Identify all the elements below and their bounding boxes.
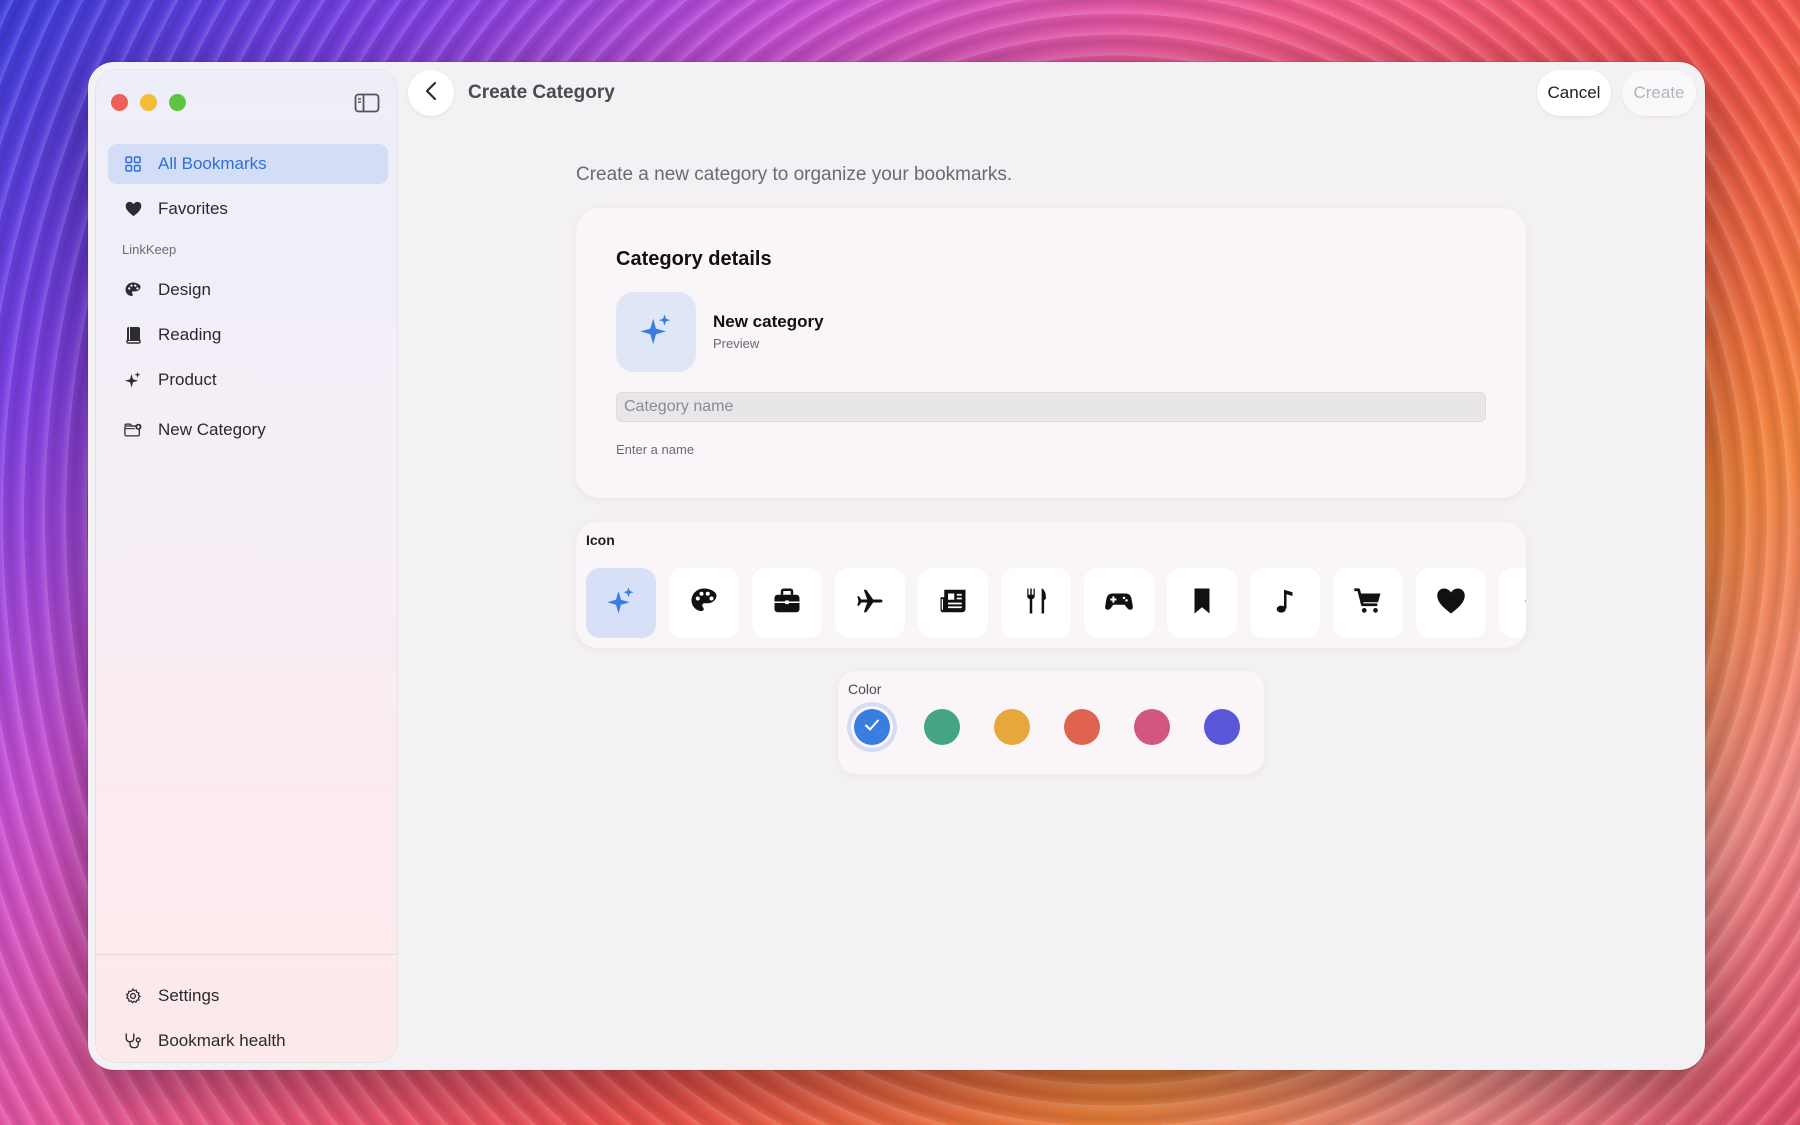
page-title: Create Category [468,82,615,103]
sidebar-item-label: New Category [158,420,266,439]
category-name-input[interactable] [616,392,1486,422]
section-label: LinkKeep [122,242,177,257]
app-window: All Bookmarks Favorites LinkKeep Design … [88,62,1705,1070]
icon-option-palette[interactable] [669,568,739,638]
sidebar-item-label: Favorites [158,199,228,218]
close-window-button[interactable] [111,94,128,111]
newspaper-icon [938,586,968,621]
sidebar-item-label: Design [158,280,211,299]
color-swatch-orange[interactable] [994,709,1030,745]
icon-option-airplane[interactable] [835,568,905,638]
sidebar-item-label: Bookmark health [158,1031,286,1050]
color-swatch-pink[interactable] [1134,709,1170,745]
color-swatch-red[interactable] [1064,709,1100,745]
color-swatch-indigo[interactable] [1204,709,1240,745]
book-icon [124,326,142,344]
color-swatch-blue[interactable] [854,709,890,745]
sidebar-item-design[interactable]: Design [108,270,388,310]
sidebar-item-all-bookmarks[interactable]: All Bookmarks [108,144,388,184]
sidebar-item-bookmark-health[interactable]: Bookmark health [108,1021,388,1061]
preview-caption: Preview [713,336,760,351]
icon-picker-label: Icon [586,532,615,548]
color-swatch-row [854,709,1240,745]
heart-icon [1436,586,1466,621]
sidebar-item-label: All Bookmarks [158,154,267,173]
gear-icon [124,987,142,1005]
cancel-button[interactable]: Cancel [1537,70,1611,116]
icon-picker-panel: Icon [576,522,1526,648]
checkmark-icon [864,718,880,737]
briefcase-icon [772,586,802,621]
chevron-left-icon [425,81,437,106]
window-controls [111,94,186,111]
icon-option-cart[interactable] [1333,568,1403,638]
icon-option-music-note[interactable] [1250,568,1320,638]
sidebar: All Bookmarks Favorites LinkKeep Design … [96,70,397,1062]
heart-icon [124,200,142,218]
icon-option-heart[interactable] [1416,568,1486,638]
palette-icon [124,281,142,299]
sidebar-item-reading[interactable]: Reading [108,315,388,355]
sidebar-divider [96,954,397,955]
cart-icon [1353,586,1383,621]
icon-option-gamecontroller[interactable] [1084,568,1154,638]
color-picker-label: Color [848,681,882,697]
sparkles-icon [639,313,673,352]
create-button[interactable]: Create [1622,70,1696,116]
fork-knife-icon [1021,586,1051,621]
airplane-icon [855,586,885,621]
name-hint: Enter a name [616,442,695,457]
minimize-window-button[interactable] [140,94,157,111]
icon-option-fork-knife[interactable] [1001,568,1071,638]
sidebar-item-label: Reading [158,325,222,344]
music-note-icon [1270,586,1300,621]
sidebar-toggle-icon[interactable] [354,92,380,114]
bookmark-icon [1187,586,1217,621]
sidebar-item-new-category[interactable]: New Category [108,410,388,450]
sidebar-item-favorites[interactable]: Favorites [108,189,388,229]
category-details-card: Category details New category Preview En… [576,208,1526,498]
icon-option-more[interactable] [1499,568,1526,638]
stethoscope-icon [124,1032,142,1050]
sidebar-item-label: Settings [158,986,220,1005]
color-swatch-green[interactable] [924,709,960,745]
icon-option-newspaper[interactable] [918,568,988,638]
sparkles-icon [606,586,636,621]
preview-icon-tile [616,292,696,372]
preview-name: New category [713,312,824,331]
grid-icon [124,155,142,173]
zoom-window-button[interactable] [169,94,186,111]
icon-option-briefcase[interactable] [752,568,822,638]
more-icon [1519,586,1526,621]
sparkles-icon [124,371,142,389]
color-picker-panel: Color [838,671,1264,774]
gamecontroller-icon [1104,586,1134,621]
folder-badge-plus-icon [124,421,142,439]
icon-picker-row[interactable] [586,568,1526,638]
sidebar-item-settings[interactable]: Settings [108,976,388,1016]
icon-option-bookmark[interactable] [1167,568,1237,638]
card-title: Category details [616,248,772,270]
palette-icon [689,586,719,621]
back-button[interactable] [408,70,454,116]
sidebar-item-product[interactable]: Product [108,360,388,400]
page-subtitle: Create a new category to organize your b… [576,164,1013,185]
sidebar-item-label: Product [158,370,217,389]
icon-option-sparkles[interactable] [586,568,656,638]
